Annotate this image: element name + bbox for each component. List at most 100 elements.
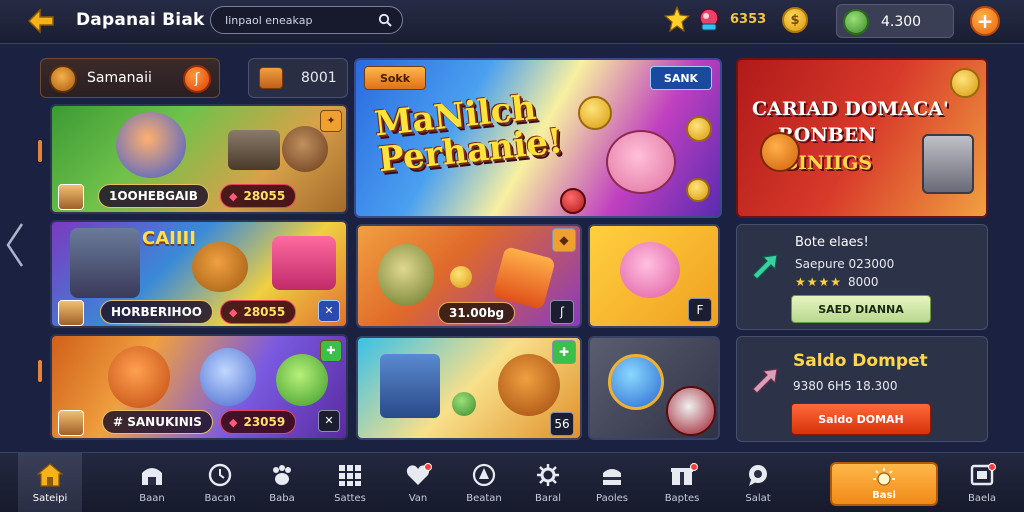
nav-item-chat[interactable]: Salat [726,453,790,512]
gem-icon [560,188,586,214]
wallet-panel: Saldo Dompet 9380 6H5 18.300 Saldo DOMAH [736,336,988,442]
game-tile[interactable]: ✚ 56 [356,336,582,440]
star-icon[interactable] [664,6,690,32]
avatar [58,300,84,326]
orb-icon [452,392,476,416]
balance-amount: 4.300 [881,14,922,30]
notification-dot [988,463,996,471]
game-tile[interactable] [588,336,720,440]
panel-action-button[interactable]: SAED DIANNA [791,295,931,323]
notification-dot [690,463,698,471]
coin-icon [686,116,712,142]
nav-item-home[interactable]: Sateipi [18,453,82,512]
tile-corner-badge: ◆ [552,228,576,252]
nav-item-gift[interactable]: Baptes [650,453,714,512]
category-label: Samanaii [87,70,152,86]
clock-icon [208,463,232,487]
tile-chip: HORBERIHOO [100,300,213,324]
nav-item-mail[interactable]: Baela [950,453,1014,512]
nav-item-gear[interactable]: Baral [516,453,580,512]
diamond-icon: ◆ [229,305,238,319]
tile-corner-badge: ✦ [320,110,342,132]
wallet-title: Saldo Dompet [793,351,928,371]
nav-item-featured[interactable]: Basi [830,462,938,506]
ball-icon [666,386,716,436]
rating-stars: ★★★★ [795,275,843,289]
nav-label: Sattes [334,493,366,504]
gem-icon[interactable] [696,6,722,32]
chevron-left-icon[interactable] [4,222,26,268]
search-input[interactable] [225,13,378,27]
category-badge[interactable]: ʃ [183,65,211,93]
gem-count: 6353 [730,12,767,27]
nav-item-clock[interactable]: Bacan [188,453,252,512]
add-funds-button[interactable]: + [970,6,1000,36]
nav-label: Baan [139,493,165,504]
search-bar[interactable] [210,6,403,34]
fox-character [108,346,170,408]
banner-tag-right[interactable]: SANK [650,66,712,90]
rating-value: 8000 [848,275,879,289]
nav-label: Baptes [664,493,700,504]
diamond-icon: ◆ [229,415,238,429]
nav-label: Sateipi [32,493,68,504]
featured-banner[interactable]: Sokk SANK MaNilch Perhanie! [354,58,722,218]
nav-item-shop[interactable]: Baan [120,453,184,512]
tile-corner-badge: ✚ [552,340,576,364]
frog-character [276,354,328,406]
nav-item-shield[interactable]: Beatan [452,453,516,512]
chat-icon [749,465,767,486]
machine-image [922,134,974,194]
truck-image [272,236,336,290]
nav-label: Bacan [204,493,236,504]
nav-label: Baela [967,493,997,504]
promo-banner[interactable]: CARIAD DOMACA' RONBEN BINIIGS [736,58,988,218]
tile-corner-badge: 56 [550,412,574,436]
bottom-nav: Sateipi Baan Bacan Baba Sattes Van Beata… [0,452,1024,512]
game-tile[interactable]: ✦ 1OOHEBGAIB ◆ 28055 [50,104,348,214]
app-title: Dapanai Biak [76,10,205,30]
chip-text: SANUKINIS [127,415,202,429]
monkey-character [498,354,560,416]
home-icon [37,463,63,487]
nav-item-cake[interactable]: Paoles [580,453,644,512]
game-tile[interactable]: CAIIII HORBERIHOO ◆ 28055 ✕ [50,220,348,328]
paw-icon [273,465,291,485]
arrow-up-right-icon [752,368,778,393]
back-button[interactable] [24,6,58,36]
top-bar: Dapanai Biak 6353 $ 4.300 + [0,0,1024,44]
nav-item-paw[interactable]: Baba [250,453,314,512]
banner-tag-left[interactable]: Sokk [364,66,426,90]
prize-value: 23059 [243,415,286,429]
ball-icon [760,132,800,172]
bonus-panel: Bote elaes! Saepure 023000 ★★★★ 8000 SAED… [736,224,988,330]
category-tab[interactable]: Samanaii ʃ [40,58,220,98]
nav-label: Basi [872,490,896,501]
sun-icon [873,468,895,486]
game-tile[interactable]: F [588,224,720,328]
arrow-left-icon [27,8,54,34]
search-icon[interactable] [378,13,392,27]
tile-corner-badge: ✚ [320,340,342,362]
grid-icon [339,465,361,486]
cat-character [620,242,680,298]
side-marker [38,360,42,382]
nav-item-grid[interactable]: Sattes [318,453,382,512]
pig-character [606,130,676,194]
wallet-balance[interactable]: 4.300 [836,4,954,38]
tile-chip: 1OOHEBGAIB [98,184,209,208]
lion-icon [49,65,77,93]
tile-corner-badge: ʃ [550,300,574,324]
wallet-action-button[interactable]: Saldo DOMAH [791,403,931,435]
wallet-coin-icon [843,9,869,35]
gear-icon [537,464,559,486]
game-tile[interactable]: ◆ 31.00bg ʃ [356,224,582,328]
count-tab[interactable]: 8001 [248,58,348,98]
coin-icon[interactable]: $ [782,7,808,33]
shield-icon [472,463,496,487]
tile-prize: ◆ 28055 [220,300,297,324]
game-tile[interactable]: ✚ # SANUKINIS ◆ 23059 ✕ [50,334,348,440]
nav-item-heart[interactable]: Van [386,453,450,512]
goblin-character [378,244,434,306]
tile-sign: CAIIII [142,228,196,249]
